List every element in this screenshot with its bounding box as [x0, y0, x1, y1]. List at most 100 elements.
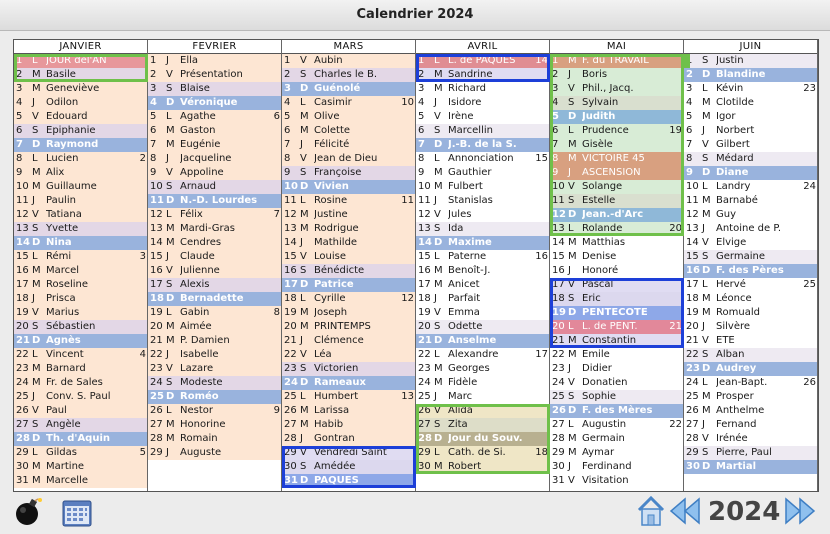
- day-row[interactable]: 6 M Colette: [282, 124, 415, 138]
- day-row[interactable]: 3 L Kévin 23: [684, 82, 817, 96]
- day-row[interactable]: 19 V Emma: [416, 306, 549, 320]
- day-row[interactable]: 18 L Cyrille 12: [282, 292, 415, 306]
- day-row[interactable]: 17 M Roseline: [14, 278, 147, 292]
- day-row[interactable]: 24 S Modeste: [148, 376, 281, 390]
- day-row[interactable]: 25 J Conv. S. Paul: [14, 390, 147, 404]
- day-row[interactable]: 24 V Donatien: [550, 376, 683, 390]
- day-row[interactable]: 10 L Landry 24: [684, 180, 817, 194]
- day-row[interactable]: 29 L Cath. de Si. 18: [416, 446, 549, 460]
- day-row[interactable]: 23 D Audrey: [684, 362, 817, 376]
- day-row[interactable]: 28 J Gontran: [282, 432, 415, 446]
- day-row[interactable]: 4 L Casimir 10: [282, 96, 415, 110]
- day-row[interactable]: 30 S Amédée: [282, 460, 415, 474]
- day-row[interactable]: 3 S Blaise: [148, 82, 281, 96]
- day-row[interactable]: 17 D Patrice: [282, 278, 415, 292]
- day-row[interactable]: 11 D N.-D. Lourdes: [148, 194, 281, 208]
- day-row[interactable]: 5 V Irène: [416, 110, 549, 124]
- day-row[interactable]: 8 L Annonciation 15: [416, 152, 549, 166]
- day-row[interactable]: 12 M Justine: [282, 208, 415, 222]
- day-row[interactable]: 16 M Marcel: [14, 264, 147, 278]
- day-row[interactable]: 4 D Véronique: [148, 96, 281, 110]
- day-row[interactable]: 25 S Sophie: [550, 390, 683, 404]
- day-row[interactable]: 27 M Habib: [282, 418, 415, 432]
- day-row[interactable]: 17 S Alexis: [148, 278, 281, 292]
- day-row[interactable]: 30 M Martine: [14, 460, 147, 474]
- day-row[interactable]: 9 D Diane: [684, 166, 817, 180]
- day-row[interactable]: 6 L Prudence 19: [550, 124, 683, 138]
- day-row[interactable]: 15 S Germaine: [684, 250, 817, 264]
- day-row[interactable]: 31 V Visitation: [550, 474, 683, 488]
- day-row[interactable]: 11 M Barnabé: [684, 194, 817, 208]
- day-row[interactable]: 2 J Boris: [550, 68, 683, 82]
- day-row[interactable]: 10 M Fulbert: [416, 180, 549, 194]
- day-row[interactable]: 22 L Alexandre 17: [416, 348, 549, 362]
- day-row[interactable]: 22 V Léa: [282, 348, 415, 362]
- day-row[interactable]: 19 M Joseph: [282, 306, 415, 320]
- day-row[interactable]: 23 M Georges: [416, 362, 549, 376]
- day-row[interactable]: 26 M Larissa: [282, 404, 415, 418]
- day-row[interactable]: 9 M Alix: [14, 166, 147, 180]
- day-row[interactable]: 26 L Nestor 9: [148, 404, 281, 418]
- day-row[interactable]: 16 S Bénédicte: [282, 264, 415, 278]
- day-row[interactable]: 12 M Guy: [684, 208, 817, 222]
- day-row[interactable]: 14 D Maxime: [416, 236, 549, 250]
- day-row[interactable]: 8 V Jean de Dieu: [282, 152, 415, 166]
- day-row[interactable]: 12 D Jean.-d'Arc: [550, 208, 683, 222]
- day-row[interactable]: 24 L Jean-Bapt. 26: [684, 376, 817, 390]
- day-row[interactable]: 8 M VICTOIRE 45: [550, 152, 683, 166]
- day-row[interactable]: 14 M Matthias: [550, 236, 683, 250]
- day-row[interactable]: 20 S Sébastien: [14, 320, 147, 334]
- day-row[interactable]: 16 M Benoît-J.: [416, 264, 549, 278]
- day-row[interactable]: 6 S Epiphanie: [14, 124, 147, 138]
- day-row[interactable]: 1 V Aubin: [282, 54, 415, 68]
- day-row[interactable]: 24 D Rameaux: [282, 376, 415, 390]
- day-row[interactable]: 20 S Odette: [416, 320, 549, 334]
- day-row[interactable]: 1 J Ella: [148, 54, 281, 68]
- day-row[interactable]: 23 S Victorien: [282, 362, 415, 376]
- day-row[interactable]: 23 J Didier: [550, 362, 683, 376]
- day-row[interactable]: 25 L Humbert 13: [282, 390, 415, 404]
- day-row[interactable]: 7 V Gilbert: [684, 138, 817, 152]
- day-row[interactable]: 19 D PENTECOTE: [550, 306, 683, 320]
- day-row[interactable]: 26 V Alida: [416, 404, 549, 418]
- day-row[interactable]: 22 S Alban: [684, 348, 817, 362]
- day-row[interactable]: 3 M Geneviève: [14, 82, 147, 96]
- day-row[interactable]: 22 M Emile: [550, 348, 683, 362]
- next-icon[interactable]: [784, 497, 816, 525]
- day-row[interactable]: 1 M F. du TRAVAIL: [550, 54, 683, 68]
- day-row[interactable]: 15 L Rémi 3: [14, 250, 147, 264]
- day-row[interactable]: 12 V Tatiana: [14, 208, 147, 222]
- day-row[interactable]: 25 M Prosper: [684, 390, 817, 404]
- day-row[interactable]: 2 D Blandine: [684, 68, 817, 82]
- day-row[interactable]: 13 S Yvette: [14, 222, 147, 236]
- day-row[interactable]: 13 M Mardi-Gras: [148, 222, 281, 236]
- day-row[interactable]: 5 M Igor: [684, 110, 817, 124]
- day-row[interactable]: 4 S Sylvain: [550, 96, 683, 110]
- day-row[interactable]: 3 V Phil., Jacq.: [550, 82, 683, 96]
- day-row[interactable]: 7 D Raymond: [14, 138, 147, 152]
- day-row[interactable]: 17 L Hervé 25: [684, 278, 817, 292]
- day-row[interactable]: 16 V Julienne: [148, 264, 281, 278]
- day-row[interactable]: 30 M Robert: [416, 460, 549, 474]
- day-row[interactable]: 28 D Jour du Souv.: [416, 432, 549, 446]
- day-row[interactable]: 6 J Norbert: [684, 124, 817, 138]
- day-row[interactable]: 8 J Jacqueline: [148, 152, 281, 166]
- day-row[interactable]: 23 V Lazare: [148, 362, 281, 376]
- day-row[interactable]: 31 M Marcelle: [14, 474, 147, 488]
- day-row[interactable]: 20 J Silvère: [684, 320, 817, 334]
- day-row[interactable]: 1 S Justin: [684, 54, 817, 68]
- day-row[interactable]: 7 D J.-B. de la S.: [416, 138, 549, 152]
- day-row[interactable]: 7 J Félicité: [282, 138, 415, 152]
- day-row[interactable]: 25 J Marc: [416, 390, 549, 404]
- day-row[interactable]: 21 V ETE: [684, 334, 817, 348]
- day-row[interactable]: 1 L L. de PAQUES 14: [416, 54, 549, 68]
- day-row[interactable]: 14 M Cendres: [148, 236, 281, 250]
- day-row[interactable]: 15 M Denise: [550, 250, 683, 264]
- day-row[interactable]: 9 M Gauthier: [416, 166, 549, 180]
- day-row[interactable]: 13 J Antoine de P.: [684, 222, 817, 236]
- day-row[interactable]: 18 J Parfait: [416, 292, 549, 306]
- day-row[interactable]: 25 D Roméo: [148, 390, 281, 404]
- day-row[interactable]: 22 J Isabelle: [148, 348, 281, 362]
- day-row[interactable]: 20 M Aimée: [148, 320, 281, 334]
- day-row[interactable]: 7 M Gisèle: [550, 138, 683, 152]
